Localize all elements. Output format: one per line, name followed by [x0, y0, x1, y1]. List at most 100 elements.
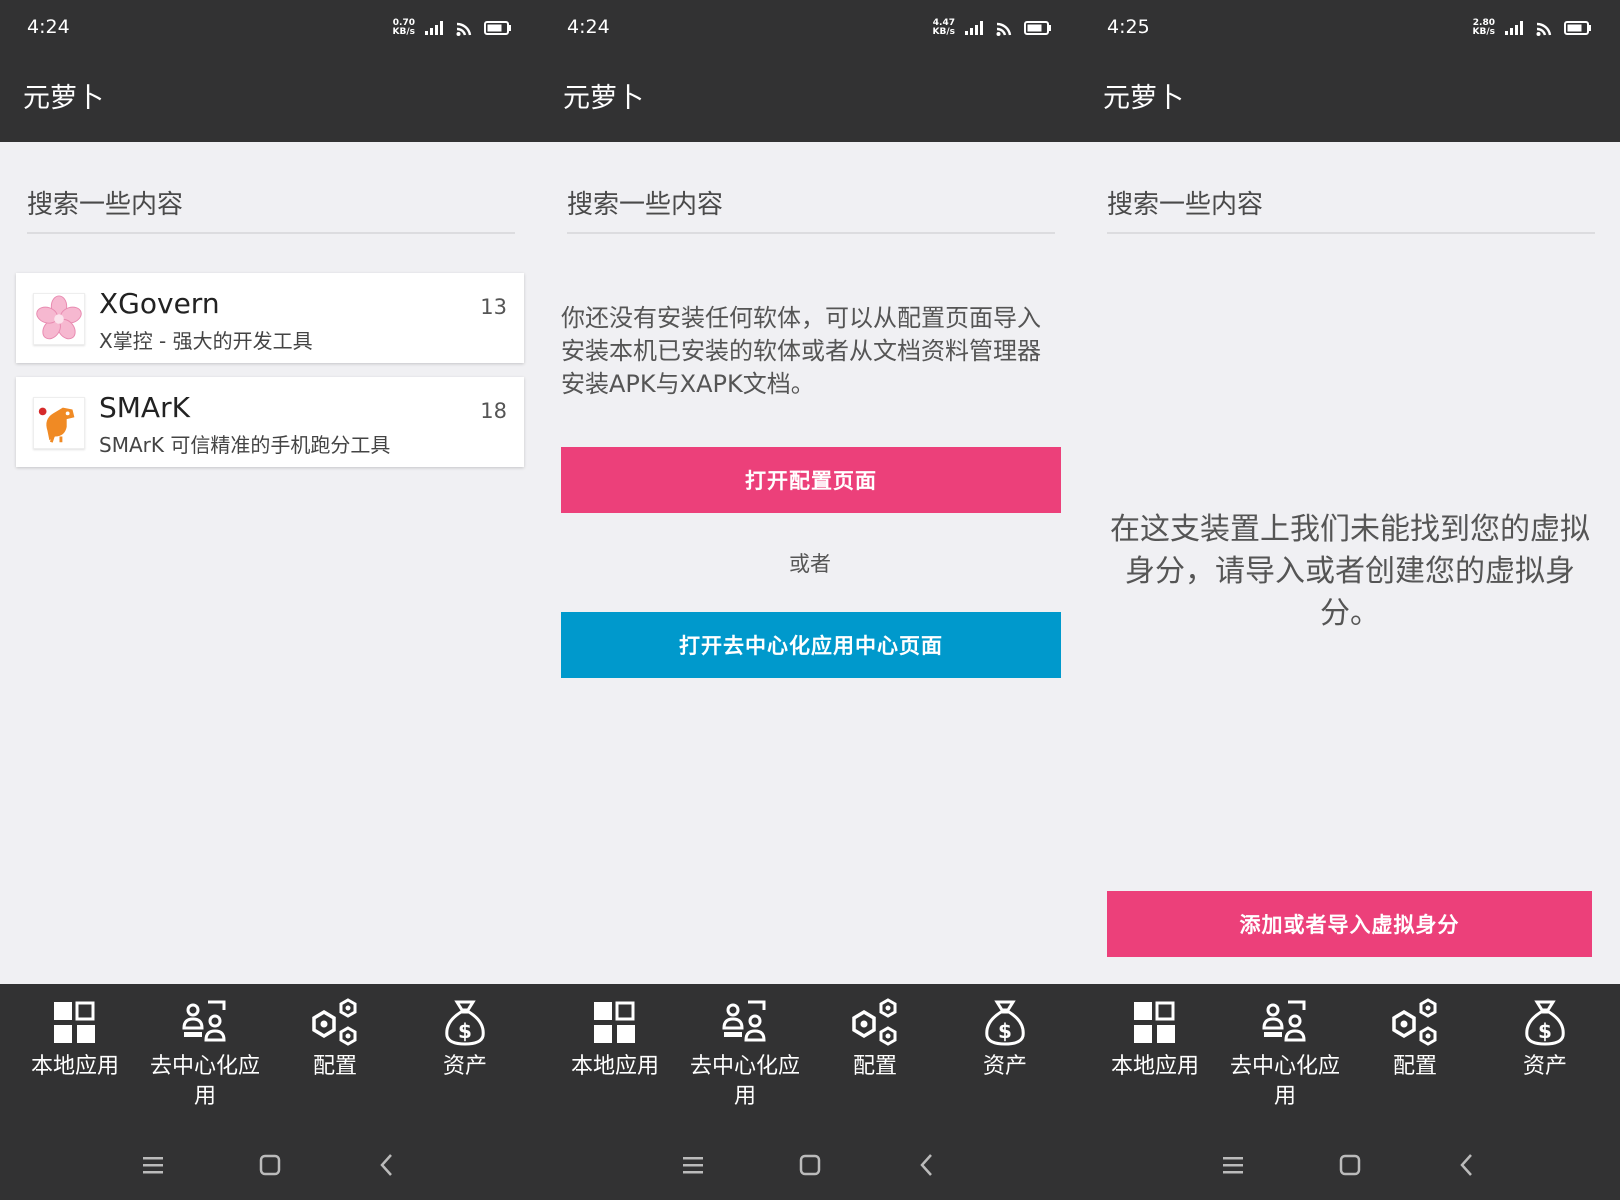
nav-item-decentralized-apps[interactable]: 去中心化应用 [680, 998, 810, 1112]
app-description: SMArK 可信精准的手机跑分工具 [99, 433, 391, 457]
menu-icon[interactable] [138, 1150, 168, 1180]
home-icon[interactable] [795, 1150, 825, 1180]
nav-label-assets: 资产 [1522, 1054, 1567, 1079]
search-input[interactable] [27, 184, 515, 220]
wifi-icon [1536, 22, 1552, 36]
hexagon-settings-icon [852, 998, 897, 1046]
hd-signal-icon [1505, 21, 1523, 35]
status-icons: 2.80 KB/s [1473, 16, 1592, 40]
nav-item-config[interactable]: 配置 [1350, 998, 1480, 1082]
nav-label-assets: 资产 [982, 1054, 1027, 1079]
app-icon [33, 293, 85, 345]
battery-icon [1024, 21, 1051, 35]
svg-text:$: $ [1538, 1019, 1552, 1043]
nav-label-local-apps: 本地应用 [570, 1054, 659, 1079]
or-separator: 或者 [789, 552, 831, 576]
money-bag-icon: $ [985, 1000, 1025, 1046]
phone-screen-1: 4:24 0.70 KB/s 元萝卜 搜索一些内容 XGovern X掌控 - … [0, 0, 540, 1200]
decentralized-icon [1262, 1000, 1306, 1042]
nav-item-decentralized-apps[interactable]: 去中心化应用 [1220, 998, 1350, 1112]
app-list-item[interactable]: XGovern X掌控 - 强大的开发工具 13 [16, 273, 524, 363]
status-icons: 4.47 KB/s [933, 16, 1052, 40]
status-time: 4:25 [1107, 16, 1150, 38]
bottom-nav: 本地应用 去中心化应用 配置 $ 资产 [1080, 984, 1620, 1114]
system-nav-bar [0, 1140, 540, 1190]
system-nav-bar [540, 1140, 1080, 1190]
app-bar: 元萝卜 [540, 56, 1080, 142]
battery-icon [484, 21, 511, 35]
app-description: X掌控 - 强大的开发工具 [99, 329, 313, 353]
svg-text:$: $ [458, 1019, 472, 1043]
nav-label-decentralized-apps: 去中心化应用 [1229, 1054, 1340, 1109]
app-count: 18 [480, 399, 507, 423]
system-nav-bar [1080, 1140, 1620, 1190]
back-icon[interactable] [912, 1150, 942, 1180]
menu-icon[interactable] [1218, 1150, 1248, 1180]
nav-label-config: 配置 [852, 1054, 897, 1079]
home-icon[interactable] [1335, 1150, 1365, 1180]
content-area: 你还没有安装任何软体，可以从配置页面导入安装本机已安装的软体或者从文档资料管理器… [540, 142, 1080, 984]
nav-item-config[interactable]: 配置 [810, 998, 940, 1082]
status-icons: 0.70 KB/s [393, 16, 512, 40]
home-icon[interactable] [255, 1150, 285, 1180]
nav-item-local-apps[interactable]: 本地应用 [10, 998, 140, 1082]
grid-apps-icon [54, 1001, 95, 1043]
search-bar[interactable] [567, 184, 1055, 234]
network-speed-unit: KB/s [392, 27, 415, 37]
hexagon-settings-icon [1392, 998, 1437, 1046]
search-input[interactable] [1107, 184, 1595, 220]
status-bar: 4:24 0.70 KB/s [0, 0, 540, 56]
orange-dinosaur-icon [38, 407, 75, 443]
nav-item-local-apps[interactable]: 本地应用 [550, 998, 680, 1082]
network-speed: 4.47 KB/s [933, 19, 955, 37]
svg-text:$: $ [998, 1019, 1012, 1043]
content-area: 在这支装置上我们未能找到您的虚拟身分，请导入或者创建您的虚拟身分。添加或者导入虚… [1080, 142, 1620, 984]
app-title: 元萝卜 [23, 83, 104, 114]
money-bag-icon: $ [445, 1000, 485, 1046]
wifi-icon [456, 22, 472, 36]
status-time: 4:24 [27, 16, 70, 38]
sakura-flower-icon [36, 295, 82, 340]
nav-item-decentralized-apps[interactable]: 去中心化应用 [140, 998, 270, 1112]
nav-label-config: 配置 [1392, 1054, 1437, 1079]
money-bag-icon: $ [1525, 1000, 1565, 1046]
grid-apps-icon [594, 1001, 635, 1043]
nav-label-decentralized-apps: 去中心化应用 [149, 1054, 260, 1109]
hd-signal-icon [425, 21, 443, 35]
nav-item-local-apps[interactable]: 本地应用 [1090, 998, 1220, 1082]
nav-label-decentralized-apps: 去中心化应用 [689, 1054, 800, 1109]
phone-screen-2: 4:24 4.47 KB/s 元萝卜 搜索一些内容 你还没有安装任何软体，可以从… [540, 0, 1080, 1200]
screens: 4:24 0.70 KB/s 元萝卜 搜索一些内容 XGovern X掌控 - … [0, 0, 1620, 1200]
grid-apps-icon [1134, 1001, 1175, 1043]
search-input[interactable] [567, 184, 1055, 220]
hd-signal-icon [965, 21, 983, 35]
decentralized-icon [182, 1000, 226, 1042]
back-icon[interactable] [1452, 1150, 1482, 1180]
nav-item-config[interactable]: 配置 [270, 998, 400, 1082]
back-icon[interactable] [372, 1150, 402, 1180]
status-time: 4:24 [567, 16, 610, 38]
bottom-nav: 本地应用 去中心化应用 配置 $ 资产 [540, 984, 1080, 1114]
menu-icon[interactable] [678, 1150, 708, 1180]
add-identity-button[interactable]: 添加或者导入虚拟身分 [1107, 891, 1592, 957]
status-bar: 4:24 4.47 KB/s [540, 0, 1080, 56]
app-list-item[interactable]: SMArK SMArK 可信精准的手机跑分工具 18 [16, 377, 524, 467]
app-title: 元萝卜 [1103, 83, 1184, 114]
open-config-button[interactable]: 打开配置页面 [561, 447, 1061, 513]
app-bar: 元萝卜 [0, 56, 540, 142]
nav-label-config: 配置 [312, 1054, 357, 1079]
nav-item-assets[interactable]: $ 资产 [940, 998, 1070, 1082]
network-speed: 0.70 KB/s [393, 19, 415, 37]
network-speed-unit: KB/s [1472, 27, 1495, 37]
nav-item-assets[interactable]: $ 资产 [1480, 998, 1610, 1082]
bottom-nav: 本地应用 去中心化应用 配置 $ 资产 [0, 984, 540, 1114]
phone-screen-3: 4:25 2.80 KB/s 元萝卜 搜索一些内容 在这支装置上我们未能找到您的… [1080, 0, 1620, 1200]
nav-label-local-apps: 本地应用 [30, 1054, 119, 1079]
wifi-icon [996, 22, 1012, 36]
empty-apps-message: 你还没有安装任何软体，可以从配置页面导入安装本机已安装的软体或者从文档资料管理器… [561, 304, 1041, 398]
nav-label-assets: 资产 [442, 1054, 487, 1079]
open-dapp-center-button[interactable]: 打开去中心化应用中心页面 [561, 612, 1061, 678]
search-bar[interactable] [27, 184, 515, 234]
nav-item-assets[interactable]: $ 资产 [400, 998, 530, 1082]
search-bar[interactable] [1107, 184, 1595, 234]
